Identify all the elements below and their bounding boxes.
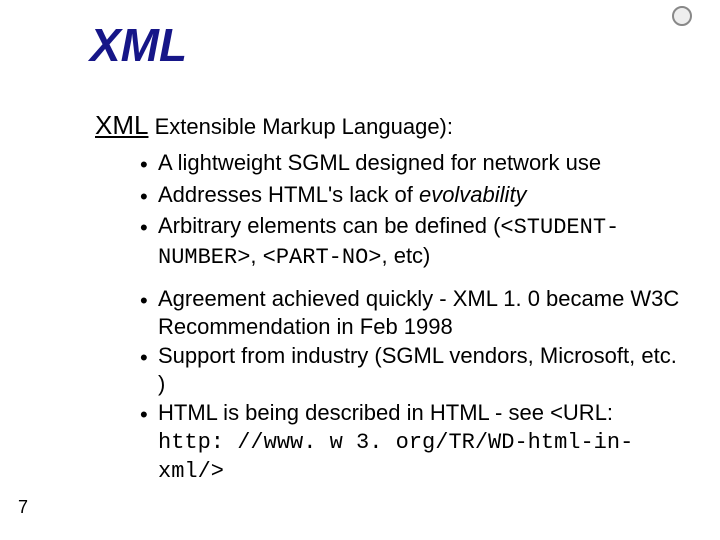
content-area: XML Extensible Markup Language): • A lig…	[95, 110, 685, 500]
subheading: XML Extensible Markup Language):	[95, 110, 685, 141]
decorative-circle	[672, 6, 692, 26]
bullet-group-2: • Agreement achieved quickly - XML 1. 0 …	[140, 285, 685, 486]
bullet-item: • Agreement achieved quickly - XML 1. 0 …	[140, 285, 685, 340]
bullet-text: A lightweight SGML designed for network …	[158, 149, 685, 177]
page-number: 7	[18, 497, 28, 518]
bullet-dot: •	[140, 151, 158, 179]
subheading-rest: Extensible Markup Language):	[148, 114, 453, 139]
text-part: HTML is being described in HTML - see <U…	[158, 400, 613, 425]
bullet-text: Support from industry (SGML vendors, Mic…	[158, 342, 685, 397]
text-part: , etc)	[381, 243, 430, 268]
bullet-item: • HTML is being described in HTML - see …	[140, 399, 685, 486]
bullet-dot: •	[140, 183, 158, 211]
text-part: ,	[250, 243, 262, 268]
bullet-dot: •	[140, 344, 158, 372]
subheading-acronym: XML	[95, 110, 148, 140]
bullet-group-1: • A lightweight SGML designed for networ…	[140, 149, 685, 271]
bullet-dot: •	[140, 401, 158, 429]
bullet-text: HTML is being described in HTML - see <U…	[158, 399, 685, 486]
bullet-item: • A lightweight SGML designed for networ…	[140, 149, 685, 179]
italic-text: evolvability	[419, 182, 527, 207]
bullet-text: Agreement achieved quickly - XML 1. 0 be…	[158, 285, 685, 340]
bullet-item: • Addresses HTML's lack of evolvability	[140, 181, 685, 211]
bullet-text: Arbitrary elements can be defined (<STUD…	[158, 212, 685, 271]
text-part: Addresses HTML's lack of	[158, 182, 419, 207]
bullet-dot: •	[140, 214, 158, 242]
slide-title: XML	[90, 18, 187, 72]
code-text: http: //www. w 3. org/TR/WD-html-in-xml/	[158, 430, 633, 485]
bullet-item: • Arbitrary elements can be defined (<ST…	[140, 212, 685, 271]
code-text: <PART-NO>	[263, 245, 382, 270]
bullet-text: Addresses HTML's lack of evolvability	[158, 181, 685, 209]
text-part: >	[211, 457, 224, 482]
bullet-dot: •	[140, 287, 158, 315]
bullet-item: • Support from industry (SGML vendors, M…	[140, 342, 685, 397]
text-part: Arbitrary elements can be defined (	[158, 213, 500, 238]
